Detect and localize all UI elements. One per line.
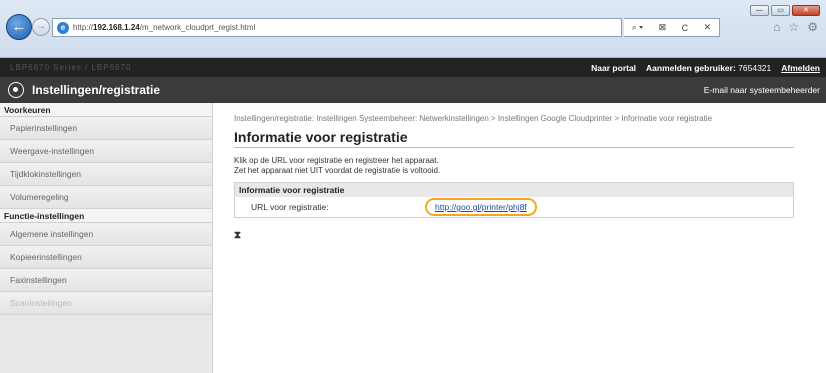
description-line-1: Klik op de URL voor registratie en regis… (234, 156, 439, 165)
login-label: Aanmelden gebruiker: (646, 62, 736, 73)
sidebar-section-preferences: Voorkeuren (0, 103, 212, 117)
admin-mail-link[interactable]: E-mail naar systeembeheerder (704, 85, 820, 95)
registration-url-row: URL voor registratie: http://goo.gl/prin… (235, 197, 793, 217)
search-dropdown-icon[interactable]: ⌕ ▾ (632, 22, 643, 33)
tools-gear-icon[interactable]: ⚙ (807, 20, 818, 34)
compat-view-icon[interactable]: ⊠ (659, 22, 667, 33)
description: Klik op de URL voor registratie en regis… (234, 156, 826, 176)
url-prefix: http:// (73, 23, 94, 32)
sidebar-item-fax-settings[interactable]: Faxinstellingen (0, 269, 212, 292)
sidebar-item-copy-settings[interactable]: Kopieerinstellingen (0, 246, 212, 269)
device-model: LBP6670 Series / LBP6670 (10, 63, 132, 72)
favorites-star-icon[interactable]: ☆ (788, 20, 799, 34)
sidebar: Voorkeuren Papierinstellingen Weergave-i… (0, 103, 213, 373)
registration-url-link[interactable]: http://goo.gl/printer/phj8f (425, 198, 537, 216)
breadcrumb: Instellingen/registratie: Instellingen S… (234, 114, 713, 123)
stop-icon[interactable]: ✕ (704, 22, 712, 33)
sidebar-section-function-settings: Functie-instellingen (0, 209, 212, 223)
registration-url-label: URL voor registratie: (251, 202, 329, 212)
sidebar-item-timer-settings[interactable]: Tijdklokinstellingen (0, 163, 212, 186)
sidebar-item-common-settings[interactable]: Algemene instellingen (0, 223, 212, 246)
login-info: Aanmelden gebruiker: 7654321 (646, 63, 771, 73)
login-user: 7654321 (738, 62, 772, 73)
description-line-2: Zet het apparaat niet UIT voordat de reg… (234, 166, 441, 175)
minimize-button[interactable]: — (750, 5, 769, 16)
maximize-button[interactable]: ▭ (771, 5, 790, 16)
registration-info-box: Informatie voor registratie URL voor reg… (234, 182, 794, 218)
portal-link[interactable]: Naar portal (591, 63, 636, 73)
forward-arrow-icon[interactable]: → (32, 18, 50, 36)
sidebar-item-paper-settings[interactable]: Papierinstellingen (0, 117, 212, 140)
address-tools: ⌕ ▾ ⊠ C ✕ (624, 18, 720, 37)
page-title: Informatie voor registratie (234, 129, 794, 148)
settings-gear-icon (8, 82, 24, 98)
close-window-button[interactable]: ✕ (792, 5, 820, 16)
top-bar: LBP6670 Series / LBP6670 Naar portal Aan… (0, 58, 826, 77)
sidebar-item-scan-settings[interactable]: Scaninstellingen (0, 292, 212, 315)
back-arrow-icon[interactable]: ← (6, 14, 32, 40)
url-path: /m_network_cloudprt_regist.html (139, 23, 256, 32)
back-to-top-icon[interactable]: ⧗ (234, 230, 826, 241)
logout-link[interactable]: Afmelden (781, 63, 820, 73)
window-controls: — ▭ ✕ (750, 5, 820, 16)
url-host: 192.168.1.24 (93, 23, 140, 32)
title-bar: Instellingen/registratie E-mail naar sys… (0, 77, 826, 103)
app-title: Instellingen/registratie (32, 83, 161, 97)
sidebar-item-display-settings[interactable]: Weergave-instellingen (0, 140, 212, 163)
sidebar-item-volume-control[interactable]: Volumeregeling (0, 186, 212, 209)
info-box-heading: Informatie voor registratie (235, 183, 793, 197)
refresh-icon[interactable]: C (682, 23, 689, 33)
ie-logo-icon: e (57, 21, 69, 34)
main-content: Instellingen/registratie: Instellingen S… (213, 103, 826, 373)
browser-toolbar: ⌂ ☆ ⚙ (773, 20, 818, 34)
address-bar[interactable]: e http://192.168.1.24/m_network_cloudprt… (52, 18, 622, 37)
home-icon[interactable]: ⌂ (773, 20, 780, 34)
browser-chrome: — ▭ ✕ ← → e http://192.168.1.24/m_networ… (0, 0, 826, 58)
